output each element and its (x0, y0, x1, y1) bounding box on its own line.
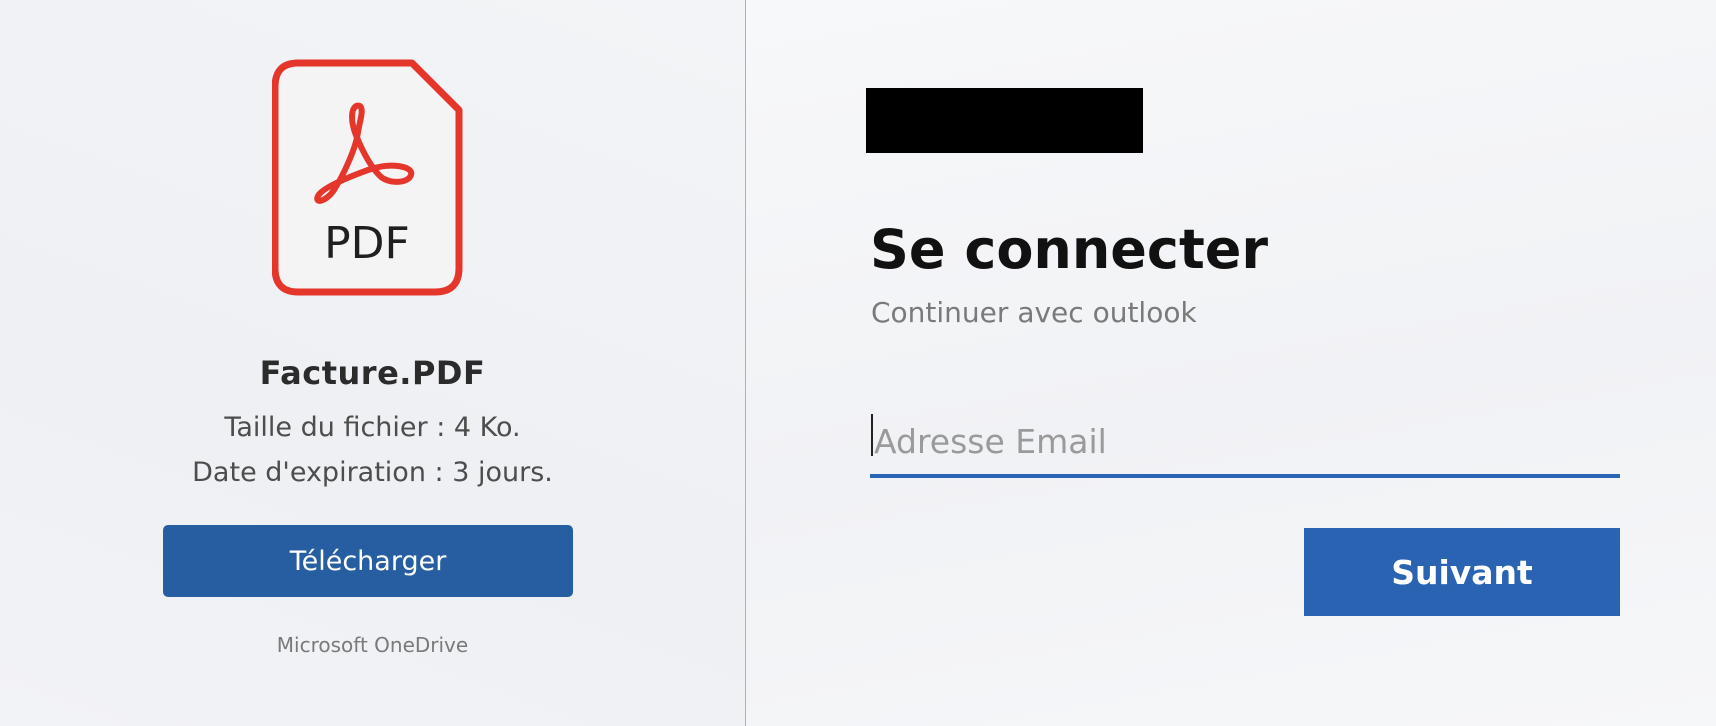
file-size-text: Taille du fichier : 4 Ko. (224, 412, 521, 443)
brand-footer: Microsoft OneDrive (276, 633, 469, 657)
file-share-panel: PDF Facture.PDF Taille du fichier : 4 Ko… (0, 0, 745, 726)
download-button[interactable]: Télécharger (163, 525, 573, 597)
page-title: Se connecter (870, 218, 1269, 281)
page-subtitle: Continuer avec outlook (871, 296, 1197, 329)
pdf-file-icon: PDF (272, 59, 463, 296)
file-expiry-text: Date d'expiration : 3 jours. (192, 457, 553, 488)
redacted-logo (866, 88, 1143, 153)
text-caret (871, 414, 873, 456)
signin-panel: Se connecter Continuer avec outlook Suiv… (746, 0, 1716, 726)
email-field[interactable] (870, 408, 1620, 478)
next-button[interactable]: Suivant (1304, 528, 1620, 616)
file-name: Facture.PDF (259, 354, 486, 392)
pdf-icon-label: PDF (324, 218, 410, 269)
